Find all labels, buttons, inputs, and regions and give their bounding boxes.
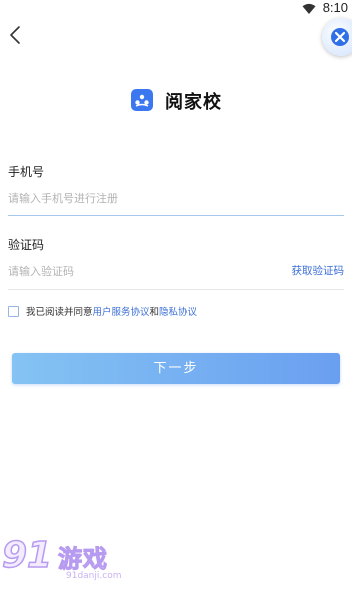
app-brand: 阅家校 bbox=[0, 86, 352, 116]
watermark-text: 游戏 bbox=[58, 545, 108, 574]
agreement-prefix: 我已阅读并同意 bbox=[26, 307, 93, 318]
get-code-button[interactable]: 获取验证码 bbox=[292, 263, 345, 278]
app-logo-icon bbox=[131, 89, 153, 111]
service-agreement-link[interactable]: 用户服务协议 bbox=[93, 307, 150, 318]
phone-label: 手机号 bbox=[8, 165, 45, 179]
agreement-text: 我已阅读并同意用户服务协议和隐私协议 bbox=[26, 304, 197, 318]
code-underline bbox=[8, 289, 344, 290]
wifi-icon bbox=[302, 3, 316, 14]
code-input[interactable] bbox=[8, 263, 248, 279]
floating-assistant-icon bbox=[331, 28, 349, 46]
watermark-logo: 91 游戏 91danji.com bbox=[1, 533, 142, 589]
next-step-button[interactable]: 下一步 bbox=[12, 353, 340, 384]
privacy-policy-link[interactable]: 隐私协议 bbox=[159, 307, 197, 318]
agreement-checkbox[interactable] bbox=[8, 306, 19, 317]
agreement-and: 和 bbox=[149, 307, 160, 318]
watermark-url: 91danji.com bbox=[66, 571, 122, 581]
back-arrow-icon bbox=[10, 26, 20, 44]
phone-input[interactable] bbox=[8, 190, 344, 206]
code-label: 验证码 bbox=[8, 238, 45, 252]
watermark-number: 91 bbox=[1, 534, 53, 577]
status-time: 8:10 bbox=[322, 0, 348, 15]
status-bar: 8:10 bbox=[0, 0, 352, 18]
back-button[interactable] bbox=[6, 24, 28, 46]
app-name: 阅家校 bbox=[165, 92, 222, 113]
phone-underline bbox=[8, 215, 344, 216]
floating-assistant-button[interactable] bbox=[322, 18, 352, 56]
